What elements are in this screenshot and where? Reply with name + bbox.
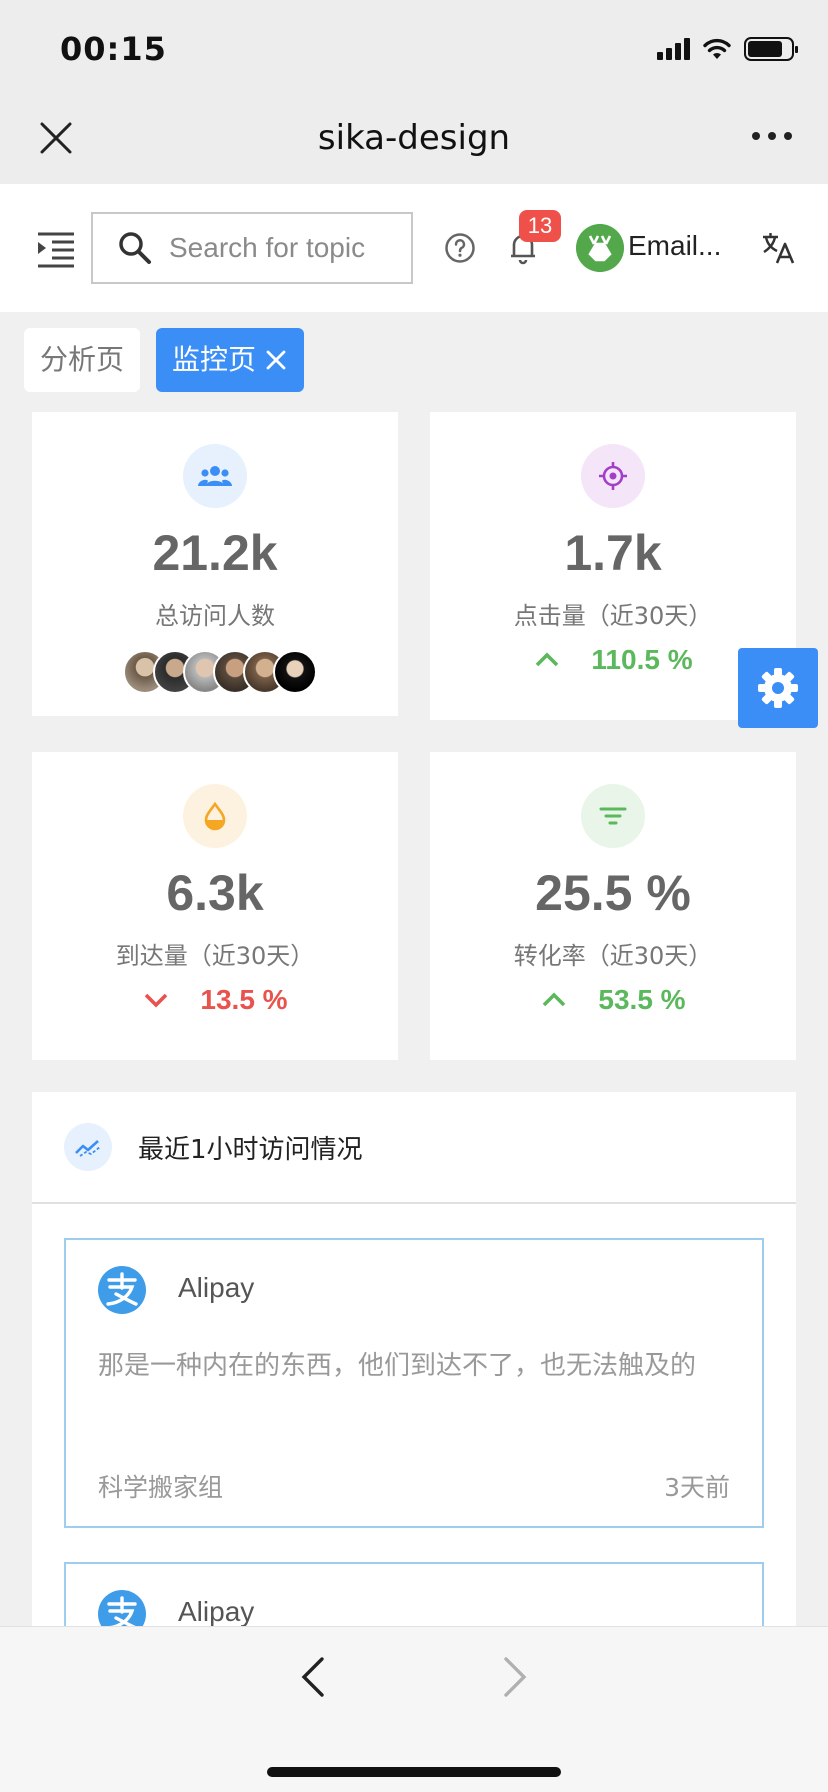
question-circle-icon[interactable]	[444, 232, 476, 264]
stat-label: 到达量（近30天）	[115, 942, 315, 970]
notification-badge: 13	[519, 210, 561, 242]
stat-value: 21.2k	[152, 525, 278, 581]
page-title: sika-design	[317, 118, 511, 158]
browser-toolbar	[0, 1626, 828, 1792]
drop-icon	[183, 784, 247, 848]
stat-card-visitors: 21.2k 总访问人数	[32, 412, 398, 716]
alipay-icon	[98, 1266, 146, 1314]
stock-chart-icon	[64, 1123, 112, 1171]
stat-label: 总访问人数	[155, 602, 275, 630]
search-input[interactable]	[169, 232, 389, 264]
stat-value: 1.7k	[564, 525, 662, 581]
item-name: Alipay	[178, 1596, 255, 1627]
arrow-up-icon	[543, 992, 566, 1007]
wifi-icon	[703, 38, 731, 59]
search-icon	[119, 232, 151, 264]
tab-analysis-label: 分析页	[40, 343, 125, 376]
stat-value: 25.5 %	[535, 865, 691, 921]
arrow-up-icon	[536, 652, 559, 667]
list-item[interactable]: Alipay	[64, 1562, 764, 1632]
home-indicator[interactable]	[267, 1767, 561, 1777]
tab-analysis[interactable]: 分析页	[24, 328, 141, 392]
stat-label: 点击量（近30天）	[513, 602, 713, 630]
forward-arrow-icon[interactable]	[500, 1655, 530, 1699]
trend-indicator: 13.5 %	[32, 984, 398, 1016]
app-header: 13 Email...	[0, 184, 828, 312]
avatar	[273, 650, 317, 694]
settings-button[interactable]	[738, 648, 818, 728]
item-time: 3天前	[664, 1473, 730, 1502]
stat-card-arrivals: 6.3k 到达量（近30天） 13.5 %	[32, 752, 398, 1060]
battery-icon	[744, 37, 798, 61]
item-name: Alipay	[178, 1272, 255, 1303]
filter-icon	[581, 784, 645, 848]
stat-label: 转化率（近30天）	[513, 942, 713, 970]
search-box[interactable]	[91, 212, 413, 284]
trend-indicator: 53.5 %	[430, 984, 796, 1016]
trend-value: 53.5 %	[598, 984, 686, 1015]
trend-value: 13.5 %	[200, 984, 288, 1015]
top-bar: 00:15 sika-design	[0, 0, 828, 184]
user-name[interactable]: Email...	[628, 230, 730, 262]
stat-card-conversion: 25.5 % 转化率（近30天） 53.5 %	[430, 752, 796, 1060]
translate-icon[interactable]	[760, 230, 796, 266]
close-tab-icon[interactable]	[264, 348, 288, 372]
list-item[interactable]: Alipay 那是一种内在的东西，他们到达不了，也无法触及的 科学搬家组 3天前	[64, 1238, 764, 1528]
team-icon	[183, 444, 247, 508]
back-arrow-icon[interactable]	[298, 1655, 328, 1699]
visitor-avatars	[123, 650, 317, 694]
tab-monitor-label: 监控页	[172, 343, 257, 376]
panel-header: 最近1小时访问情况	[32, 1092, 796, 1204]
recent-visits-panel: 最近1小时访问情况 Alipay 那是一种内在的东西，他们到达不了，也无法触及的…	[32, 1092, 796, 1632]
arrow-down-icon	[145, 993, 168, 1008]
tab-monitor[interactable]: 监控页	[156, 328, 305, 392]
panel-title: 最近1小时访问情况	[138, 1134, 363, 1165]
item-description: 那是一种内在的东西，他们到达不了，也无法触及的	[98, 1351, 697, 1381]
stat-value: 6.3k	[166, 865, 264, 921]
avatar[interactable]	[576, 224, 624, 272]
more-icon[interactable]	[752, 132, 792, 140]
item-group: 科学搬家组	[98, 1473, 224, 1502]
menu-unfold-icon[interactable]	[36, 228, 76, 268]
gear-icon	[758, 668, 798, 708]
cellular-signal-icon	[657, 38, 690, 60]
aim-icon	[581, 444, 645, 508]
status-time: 00:15	[60, 30, 167, 68]
status-icons	[657, 34, 798, 64]
trend-value: 110.5 %	[591, 644, 693, 675]
